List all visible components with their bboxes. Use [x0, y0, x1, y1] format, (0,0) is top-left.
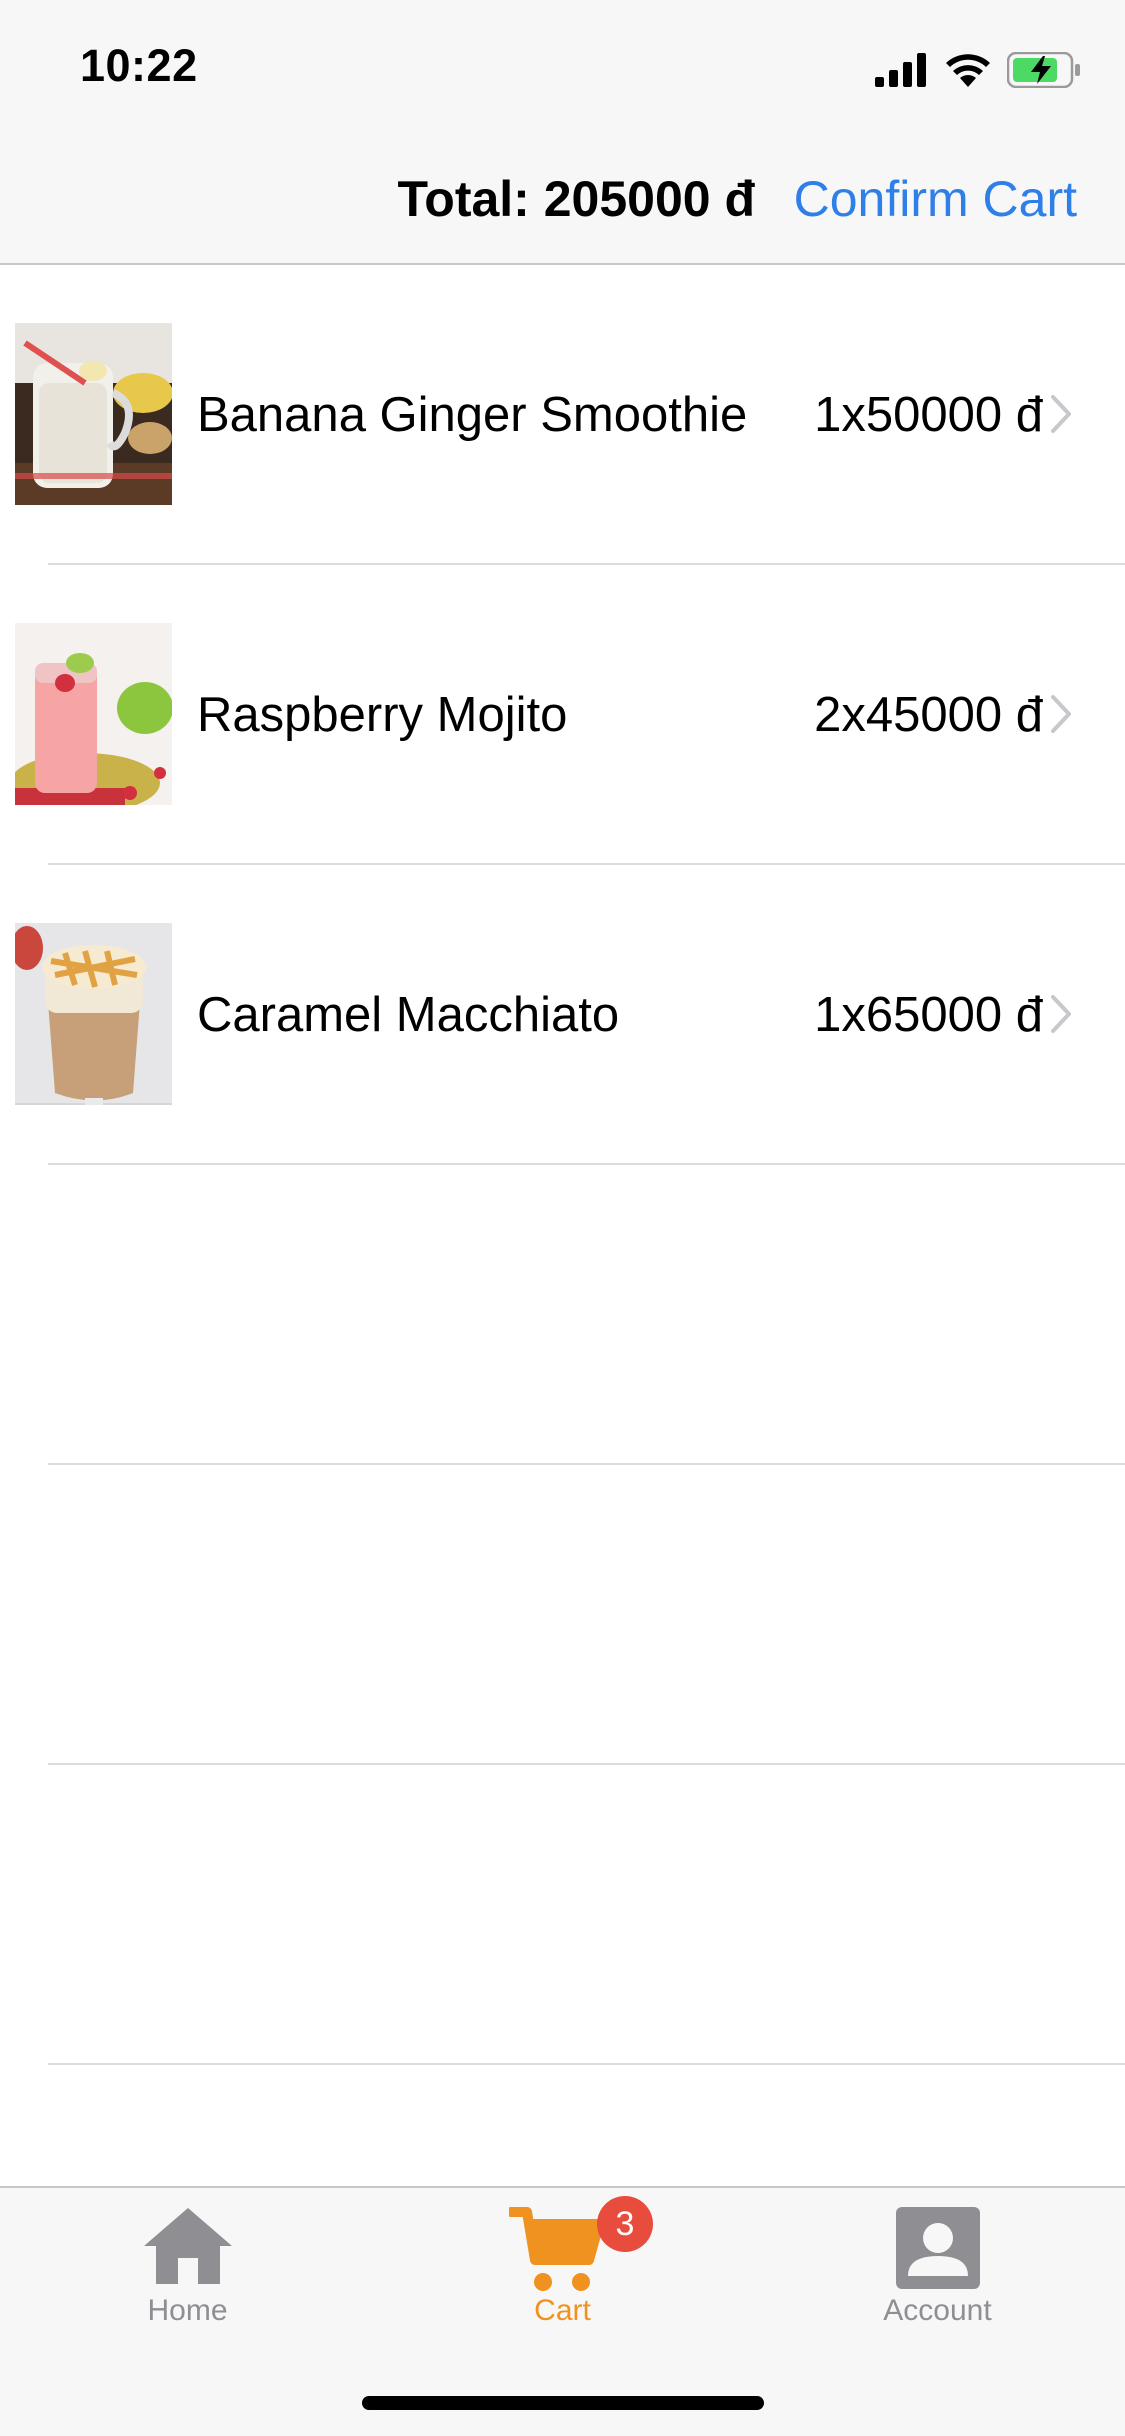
cart-item-row[interactable]: Caramel Macchiato 1x65000 đ: [0, 865, 1125, 1165]
tab-account[interactable]: Account: [750, 2188, 1125, 2338]
empty-row: [0, 1465, 1125, 1765]
tab-label-account: Account: [883, 2294, 992, 2327]
tab-cart[interactable]: 3 Cart: [375, 2188, 750, 2338]
signal-icon: [875, 53, 926, 87]
item-name: Caramel Macchiato: [197, 988, 620, 1042]
chevron-right-icon: [1051, 695, 1071, 733]
cart-item-row[interactable]: Banana Ginger Smoothie 1x50000 đ: [0, 265, 1125, 565]
item-name: Raspberry Mojito: [197, 688, 568, 742]
banana-smoothie-thumbnail: [15, 323, 172, 505]
chevron-right-icon: [1051, 995, 1071, 1033]
confirm-cart-button[interactable]: Confirm Cart: [794, 170, 1077, 228]
wifi-icon: [946, 54, 990, 87]
item-quantity-price: 1x65000 đ: [814, 988, 1043, 1042]
raspberry-mojito-thumbnail: [15, 623, 172, 805]
chevron-right-icon: [1051, 395, 1071, 433]
tab-label-cart: Cart: [534, 2294, 591, 2327]
cart-item-row[interactable]: Raspberry Mojito 2x45000 đ: [0, 565, 1125, 865]
tab-label-home: Home: [147, 2294, 228, 2327]
cart-total: Total: 205000 đ: [397, 171, 755, 227]
item-quantity-price: 1x50000 đ: [814, 388, 1043, 442]
cart-badge: 3: [597, 2196, 653, 2252]
status-bar: 10:22: [0, 0, 1125, 140]
empty-row: [0, 1765, 1125, 2065]
tab-bar: Home 3 Cart Account: [0, 2186, 1125, 2436]
cart-icon: [508, 2207, 604, 2291]
item-name: Banana Ginger Smoothie: [197, 388, 748, 442]
home-indicator: [362, 2396, 764, 2410]
home-icon: [143, 2208, 232, 2284]
status-time: 10:22: [80, 40, 198, 91]
account-icon: [895, 2207, 980, 2289]
item-quantity-price: 2x45000 đ: [814, 688, 1043, 742]
cart-list: Banana Ginger Smoothie 1x50000 đ Raspber…: [0, 265, 1125, 2065]
empty-row: [0, 1165, 1125, 1465]
tab-home[interactable]: Home: [0, 2188, 375, 2338]
row-separator: [48, 2063, 1125, 2065]
battery-charging-icon: [1007, 52, 1080, 88]
cart-screen: 10:22 Total: 205000 đ Confirm Cart Banan…: [0, 0, 1125, 2436]
status-icons: [875, 48, 1081, 92]
caramel-macchiato-thumbnail: [15, 923, 172, 1105]
nav-bar: Total: 205000 đ Confirm Cart: [0, 140, 1125, 265]
